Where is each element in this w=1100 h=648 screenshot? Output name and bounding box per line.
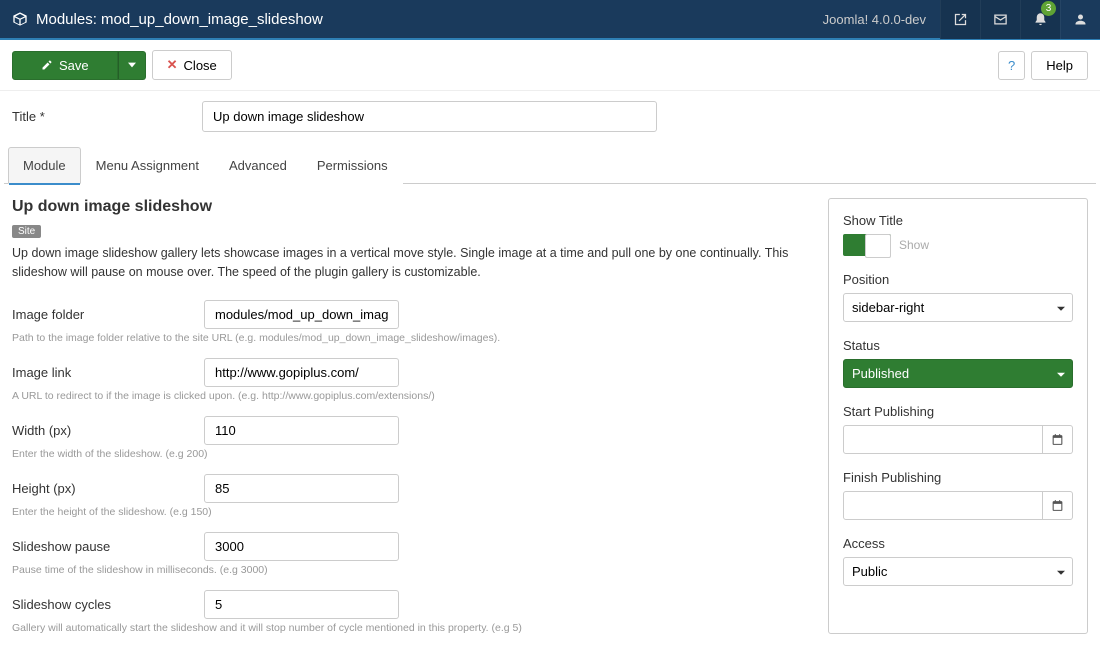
help-icon-button[interactable]: ? — [998, 51, 1025, 80]
tabs: Module Menu Assignment Advanced Permissi… — [4, 146, 1096, 184]
label-access: Access — [843, 536, 1073, 551]
help-cycles: Gallery will automatically start the sli… — [12, 622, 814, 634]
row-width: Width (px) — [12, 416, 814, 445]
save-button[interactable]: Save — [12, 51, 118, 80]
row-height: Height (px) — [12, 474, 814, 503]
finish-publishing-input-group — [843, 491, 1073, 520]
label-pause: Slideshow pause — [12, 539, 192, 554]
main-column: Up down image slideshow Site Up down ima… — [12, 198, 814, 634]
sidebar-panel: Show Title Show Position sidebar-right S… — [828, 198, 1088, 634]
tab-menu-assignment[interactable]: Menu Assignment — [81, 147, 214, 184]
topnav-left: Modules: mod_up_down_image_slideshow — [12, 11, 809, 28]
access-select[interactable]: Public — [843, 557, 1073, 586]
finish-publishing-calendar-button[interactable] — [1043, 491, 1073, 520]
access-select-wrap: Public — [843, 557, 1073, 586]
external-link-icon — [953, 12, 968, 27]
position-select-wrap: sidebar-right — [843, 293, 1073, 322]
help-width: Enter the width of the slideshow. (e.g 2… — [12, 448, 814, 460]
label-status: Status — [843, 338, 1073, 353]
save-button-group: Save — [12, 51, 146, 80]
status-select-wrap: Published — [843, 359, 1073, 388]
start-publishing-input-group — [843, 425, 1073, 454]
help-image-folder: Path to the image folder relative to the… — [12, 332, 814, 344]
caret-down-icon — [128, 61, 136, 69]
top-navbar: Modules: mod_up_down_image_slideshow Joo… — [0, 0, 1100, 40]
save-dropdown-button[interactable] — [118, 51, 146, 80]
close-button-label: Close — [184, 58, 217, 73]
user-icon — [1073, 12, 1088, 27]
position-select[interactable]: sidebar-right — [843, 293, 1073, 322]
row-image-folder: Image folder — [12, 300, 814, 329]
tab-advanced[interactable]: Advanced — [214, 147, 302, 184]
show-title-toggle[interactable] — [843, 234, 891, 256]
row-cycles: Slideshow cycles — [12, 590, 814, 619]
edit-icon — [41, 59, 53, 71]
row-image-link: Image link — [12, 358, 814, 387]
page-title: Modules: mod_up_down_image_slideshow — [36, 11, 323, 28]
help-height: Enter the height of the slideshow. (e.g … — [12, 506, 814, 518]
help-pause: Pause time of the slideshow in milliseco… — [12, 564, 814, 576]
messages-button[interactable] — [980, 0, 1020, 39]
brand-label: Joomla! 4.0.0-dev — [809, 12, 940, 27]
label-start-publishing: Start Publishing — [843, 404, 1073, 419]
help-image-link: A URL to redirect to if the image is cli… — [12, 390, 814, 402]
tab-module[interactable]: Module — [8, 147, 81, 184]
external-link-button[interactable] — [940, 0, 980, 39]
input-cycles[interactable] — [204, 590, 399, 619]
close-icon: ✕ — [167, 57, 178, 73]
group-access: Access Public — [843, 536, 1073, 586]
input-height[interactable] — [204, 474, 399, 503]
title-row: Title * — [0, 91, 1100, 136]
group-start-publishing: Start Publishing — [843, 404, 1073, 454]
notifications-badge: 3 — [1041, 1, 1056, 16]
label-finish-publishing: Finish Publishing — [843, 470, 1073, 485]
title-label: Title * — [12, 109, 182, 124]
label-position: Position — [843, 272, 1073, 287]
label-show-title: Show Title — [843, 213, 1073, 228]
label-width: Width (px) — [12, 423, 192, 438]
module-heading: Up down image slideshow — [12, 198, 814, 216]
tab-permissions[interactable]: Permissions — [302, 147, 403, 184]
notifications-button[interactable]: 3 — [1020, 0, 1060, 39]
status-select[interactable]: Published — [843, 359, 1073, 388]
save-button-label: Save — [59, 58, 89, 73]
group-position: Position sidebar-right — [843, 272, 1073, 322]
start-publishing-input[interactable] — [843, 425, 1043, 454]
close-button[interactable]: ✕ Close — [152, 50, 232, 80]
envelope-icon — [993, 12, 1008, 27]
finish-publishing-input[interactable] — [843, 491, 1043, 520]
input-image-folder[interactable] — [204, 300, 399, 329]
label-image-link: Image link — [12, 365, 192, 380]
site-badge: Site — [12, 225, 41, 238]
input-image-link[interactable] — [204, 358, 399, 387]
input-width[interactable] — [204, 416, 399, 445]
topnav-right: Joomla! 4.0.0-dev 3 — [809, 0, 1100, 39]
input-pause[interactable] — [204, 532, 399, 561]
user-menu-button[interactable] — [1060, 0, 1100, 39]
cube-icon — [12, 11, 28, 27]
group-show-title: Show Title Show — [843, 213, 1073, 256]
group-status: Status Published — [843, 338, 1073, 388]
title-input[interactable] — [202, 101, 657, 132]
row-pause: Slideshow pause — [12, 532, 814, 561]
module-description: Up down image slideshow gallery lets sho… — [12, 244, 814, 282]
show-title-state: Show — [899, 238, 929, 252]
help-button[interactable]: Help — [1031, 51, 1088, 80]
label-cycles: Slideshow cycles — [12, 597, 192, 612]
calendar-icon — [1051, 433, 1064, 446]
group-finish-publishing: Finish Publishing — [843, 470, 1073, 520]
toolbar: Save ✕ Close ? Help — [0, 40, 1100, 91]
show-title-switch-wrap: Show — [843, 234, 1073, 256]
content-area: Up down image slideshow Site Up down ima… — [0, 184, 1100, 648]
calendar-icon — [1051, 499, 1064, 512]
label-height: Height (px) — [12, 481, 192, 496]
label-image-folder: Image folder — [12, 307, 192, 322]
start-publishing-calendar-button[interactable] — [1043, 425, 1073, 454]
